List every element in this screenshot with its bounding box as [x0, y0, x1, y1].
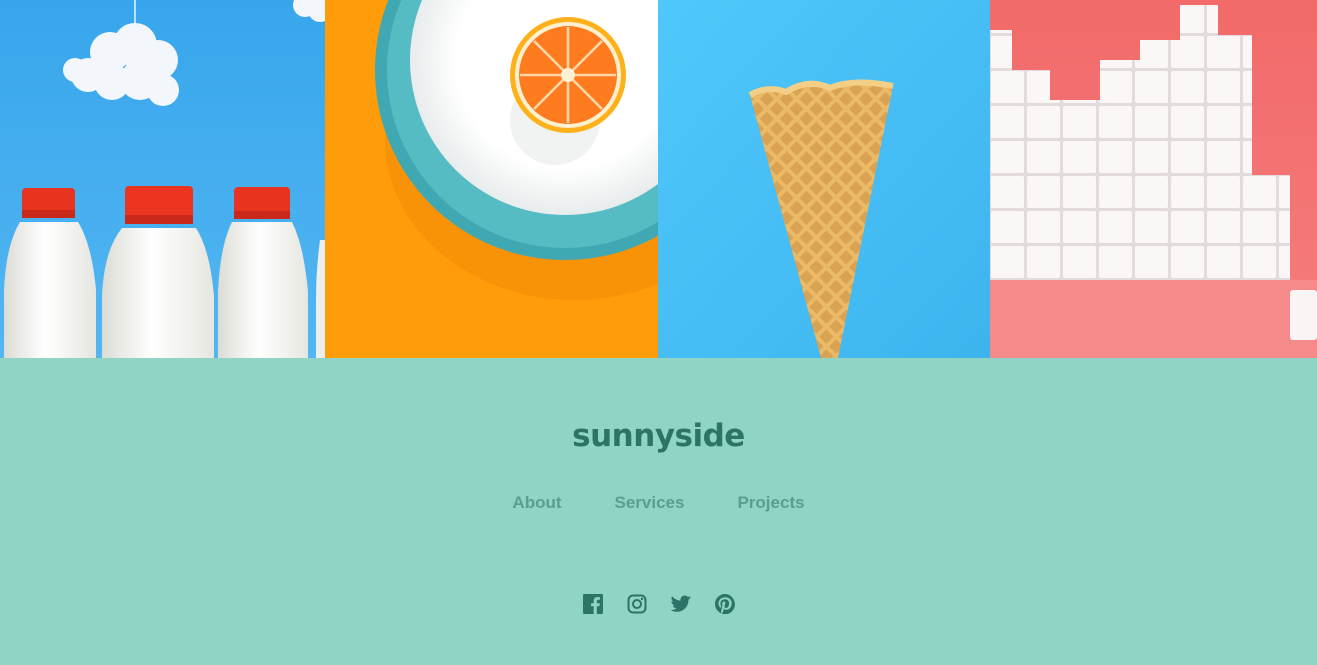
site-footer: sunnyside About Services Projects: [0, 358, 1317, 665]
facebook-icon[interactable]: [582, 594, 603, 614]
twitter-icon[interactable]: [670, 594, 691, 614]
orange-plate-image: [325, 0, 658, 358]
pinterest-icon[interactable]: [714, 594, 735, 614]
footer-nav-projects[interactable]: Projects: [737, 493, 804, 513]
footer-nav-services[interactable]: Services: [615, 493, 685, 513]
footer-logo[interactable]: sunnyside: [0, 418, 1317, 454]
image-gallery: [0, 0, 1317, 358]
social-links: [0, 594, 1317, 614]
milk-bottles-image: [0, 0, 325, 358]
sugar-cubes-image: [990, 0, 1317, 358]
footer-nav: About Services Projects: [0, 493, 1317, 513]
instagram-icon[interactable]: [627, 594, 647, 614]
waffle-cone-image: [658, 0, 990, 358]
footer-nav-about[interactable]: About: [512, 493, 561, 513]
